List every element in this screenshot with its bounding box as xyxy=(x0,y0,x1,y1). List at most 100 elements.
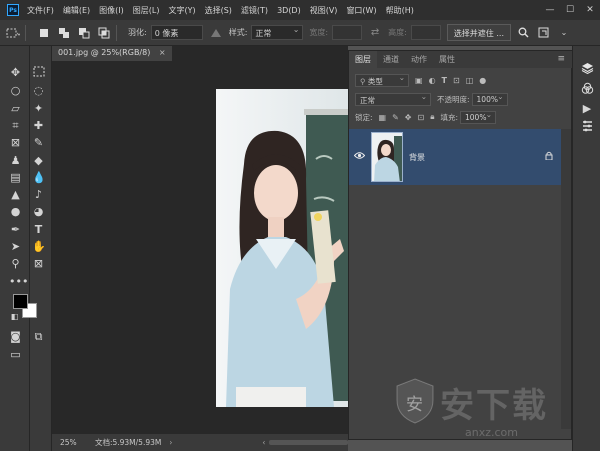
tab-layers[interactable]: 图层 xyxy=(349,51,377,68)
lock-position-icon[interactable]: ✥ xyxy=(405,113,412,122)
layers-scrollbar[interactable] xyxy=(561,129,571,429)
width-input[interactable] xyxy=(332,25,363,40)
layer-filter-value: 类型 xyxy=(367,76,383,86)
menu-layer[interactable]: 图层(L) xyxy=(133,5,160,16)
feather-input[interactable]: 0 像素 xyxy=(150,25,203,40)
swap-dimensions-icon[interactable]: ⇄ xyxy=(368,26,382,40)
maximize-button[interactable]: ☐ xyxy=(560,5,580,15)
brush-tool-icon[interactable]: ✎ xyxy=(32,136,45,149)
edit-toolbar-icon[interactable]: ⧉ xyxy=(32,330,45,343)
layer-lock-icon[interactable] xyxy=(545,151,553,162)
rectangular-marquee-icon[interactable] xyxy=(32,66,45,79)
menu-image[interactable]: 图像(I) xyxy=(99,5,124,16)
subtract-selection-icon[interactable] xyxy=(77,26,91,40)
tab-actions[interactable]: 动作 xyxy=(405,51,433,68)
menu-file[interactable]: 文件(F) xyxy=(27,5,54,16)
search-icon[interactable] xyxy=(517,26,531,40)
menu-select[interactable]: 选择(S) xyxy=(205,5,232,16)
lock-transparent-icon[interactable]: ▦ xyxy=(379,113,387,122)
status-menu-arrow[interactable]: › xyxy=(169,438,172,447)
layer-row-background[interactable]: 背景 xyxy=(349,129,561,185)
blend-mode-select[interactable]: 正常 xyxy=(355,92,431,106)
lock-artboard-icon[interactable]: ⊡ xyxy=(418,113,425,122)
crop-tool-icon[interactable]: ⌗ xyxy=(9,119,22,132)
lock-all-icon[interactable]: 🔒︎ xyxy=(430,112,434,122)
eye-icon[interactable] xyxy=(349,152,369,162)
workspace-icon[interactable] xyxy=(537,26,551,40)
clone-stamp-icon[interactable]: ♟ xyxy=(9,154,22,167)
marquee-preset-icon[interactable] xyxy=(6,26,20,40)
menu-help[interactable]: 帮助(H) xyxy=(386,5,414,16)
close-tab-icon[interactable]: × xyxy=(159,48,166,57)
zoom-level[interactable]: 25% xyxy=(60,438,95,447)
add-selection-icon[interactable] xyxy=(57,26,71,40)
menu-view[interactable]: 视图(V) xyxy=(310,5,338,16)
filter-adjustment-icon[interactable]: ◐ xyxy=(429,76,436,85)
zoom-tool-icon[interactable]: ⚲ xyxy=(9,257,22,270)
opacity-input[interactable]: 100% xyxy=(471,92,508,106)
menu-3d[interactable]: 3D(D) xyxy=(277,6,301,15)
filter-smart-object-icon[interactable]: ◫ xyxy=(466,76,474,85)
photoshop-logo[interactable]: Ps xyxy=(7,4,19,16)
gradient-tool-icon[interactable]: ▤ xyxy=(9,171,22,184)
eraser-tool-icon[interactable]: ◆ xyxy=(32,154,45,167)
tab-channels[interactable]: 通道 xyxy=(377,51,405,68)
horizontal-scrollbar[interactable] xyxy=(269,440,348,445)
channels-panel-icon[interactable] xyxy=(580,82,594,96)
document-tab[interactable]: 001.jpg @ 25%(RGB/8) × xyxy=(52,46,172,61)
blur-tool-icon[interactable]: 💧 xyxy=(32,171,46,184)
new-selection-icon[interactable] xyxy=(37,26,51,40)
panel-menu-icon[interactable]: ≡ xyxy=(557,54,565,64)
filter-type-icon[interactable]: T xyxy=(442,76,447,85)
menu-bar: Ps 文件(F) 编辑(E) 图像(I) 图层(L) 文字(Y) 选择(S) 滤… xyxy=(0,0,600,20)
select-and-mask-button[interactable]: 选择并遮住 ... xyxy=(446,24,511,41)
more-tools-icon[interactable]: ••• xyxy=(9,275,28,288)
sponge-tool-icon[interactable]: ◕ xyxy=(32,205,45,218)
layer-name[interactable]: 背景 xyxy=(409,152,425,163)
menu-type[interactable]: 文字(Y) xyxy=(168,5,195,16)
menu-edit[interactable]: 编辑(E) xyxy=(63,5,90,16)
sharpen-tool-icon[interactable]: ▲ xyxy=(9,188,22,201)
height-input[interactable] xyxy=(410,25,441,40)
move-tool-icon[interactable]: ✥ xyxy=(9,66,22,79)
pen-tool-icon[interactable]: ✒ xyxy=(9,223,22,236)
tab-properties[interactable]: 属性 xyxy=(433,51,461,68)
type-tool-icon[interactable]: T xyxy=(32,223,45,236)
elliptical-marquee-icon[interactable]: ○ xyxy=(9,84,22,97)
filter-toggle-icon[interactable]: ● xyxy=(479,76,486,85)
canvas-image[interactable] xyxy=(216,89,348,407)
minimize-button[interactable]: — xyxy=(540,5,560,15)
screen-mode-icon[interactable]: ▭ xyxy=(9,348,22,361)
watermark-url: anxz.com xyxy=(465,426,518,439)
frame-tool-icon[interactable]: ⊠ xyxy=(9,136,22,149)
watermark-glyph: 安 xyxy=(406,395,423,415)
lasso-tool-icon[interactable]: ◌ xyxy=(32,84,45,97)
polygonal-lasso-icon[interactable]: ▱ xyxy=(9,102,22,115)
dodge-tool-icon[interactable]: ● xyxy=(9,205,22,218)
actions-panel-icon[interactable]: ▶ xyxy=(580,102,594,116)
filter-pixel-icon[interactable]: ▣ xyxy=(415,76,423,85)
lock-image-icon[interactable]: ✎ xyxy=(392,113,399,122)
style-select[interactable]: 正常 xyxy=(251,25,304,40)
layer-filter-select[interactable]: ⚲ 类型 xyxy=(355,73,409,87)
rectangle-tool-icon[interactable]: ⊠ xyxy=(32,257,45,270)
history-brush-icon[interactable]: ♪ xyxy=(32,188,45,201)
close-button[interactable]: ✕ xyxy=(580,5,600,15)
healing-brush-icon[interactable]: ✚ xyxy=(32,119,45,132)
magic-wand-icon[interactable]: ✦ xyxy=(32,102,45,115)
foreground-color-swatch[interactable] xyxy=(13,294,28,309)
fill-input[interactable]: 100% xyxy=(460,110,496,124)
intersect-selection-icon[interactable] xyxy=(97,26,111,40)
path-selection-icon[interactable]: ➤ xyxy=(9,240,22,253)
anti-alias-icon[interactable] xyxy=(209,26,223,40)
share-icon[interactable]: ⌄ xyxy=(557,26,571,40)
hand-tool-icon[interactable]: ✋ xyxy=(32,240,46,253)
default-colors-icon[interactable]: ◧ xyxy=(8,310,21,323)
properties-panel-icon[interactable] xyxy=(580,120,594,134)
filter-shape-icon[interactable]: ⊡ xyxy=(453,76,460,85)
menu-filter[interactable]: 滤镜(T) xyxy=(241,5,268,16)
layers-panel-icon[interactable] xyxy=(580,62,594,76)
quick-mask-icon[interactable]: ◙ xyxy=(9,330,22,343)
scroll-left-arrow[interactable]: ‹ xyxy=(262,438,265,447)
menu-window[interactable]: 窗口(W) xyxy=(346,5,376,16)
